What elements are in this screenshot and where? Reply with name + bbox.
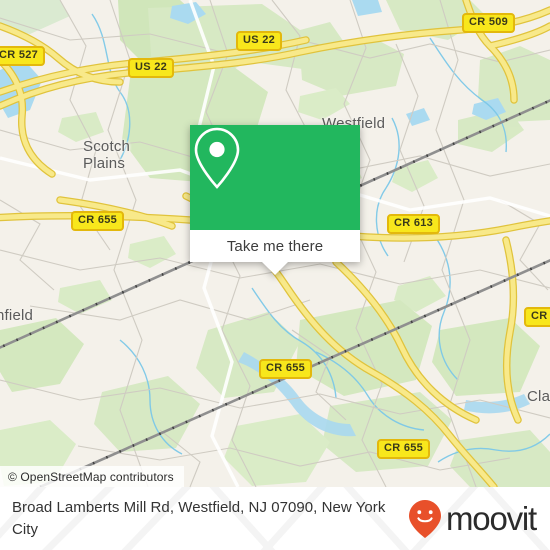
popup-tail (262, 262, 288, 275)
take-me-there-popup[interactable]: Take me there (190, 125, 360, 275)
osm-attribution-text: © OpenStreetMap contributors (8, 469, 174, 484)
map-place-label-scotch-plains: Scotch Plains (83, 138, 131, 173)
road-shield-cr-655-south[interactable]: CR 655 (377, 439, 431, 459)
road-shield-cr-613[interactable]: CR 613 (387, 214, 441, 234)
location-address: Broad Lamberts Mill Rd, Westfield, NJ 07… (12, 498, 386, 538)
moovit-map-card: ScotchPlains Westfield nfield Clar CR 52… (0, 0, 550, 550)
moovit-wordmark: moovit (446, 500, 537, 537)
road-shield-cr-527[interactable]: CR 527 (0, 46, 46, 66)
road-shield-cr-655-center[interactable]: CR 655 (259, 359, 313, 379)
popup-action-panel[interactable]: Take me there (190, 230, 360, 275)
road-shield-us-22-west[interactable]: US 22 (128, 58, 175, 78)
road-shield-us-22-north[interactable]: US 22 (236, 31, 283, 51)
road-shield-cr-509[interactable]: CR 509 (462, 13, 516, 33)
map-place-label-plainfield: nfield (0, 307, 34, 324)
moovit-pin-icon (409, 499, 441, 538)
map-pin-icon (194, 127, 240, 189)
popup-icon-panel (190, 125, 360, 230)
map-place-label-clark: Clar (527, 388, 550, 405)
map-canvas[interactable]: ScotchPlains Westfield nfield Clar CR 52… (0, 0, 550, 487)
footer-bar: Broad Lamberts Mill Rd, Westfield, NJ 07… (0, 487, 550, 550)
take-me-there-label: Take me there (226, 237, 324, 255)
road-shield-cr-655-west[interactable]: CR 655 (71, 211, 125, 231)
road-shield-cr-6-east[interactable]: CR 6 (524, 307, 550, 327)
osm-attribution[interactable]: © OpenStreetMap contributors (0, 466, 184, 487)
moovit-logo[interactable]: moovit (408, 499, 537, 539)
